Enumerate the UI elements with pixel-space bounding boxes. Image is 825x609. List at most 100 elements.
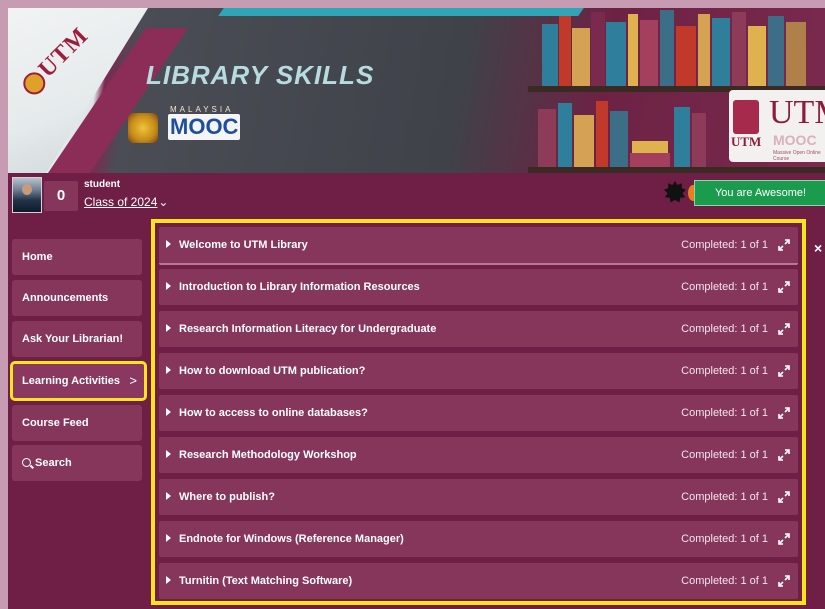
expand-icon[interactable] (778, 407, 790, 419)
sidebar-item-label: Learning Activities (22, 375, 121, 387)
sidebar-item-announcements[interactable]: Announcements (12, 280, 142, 316)
expand-icon[interactable] (778, 281, 790, 293)
course-banner: UTM LIBRARY SKILLS MALAYSIA MOOC UT UTM … (8, 8, 825, 173)
book (632, 141, 668, 153)
achievement-badge[interactable]: You are Awesome! (694, 180, 825, 206)
caret-right-icon[interactable] (166, 576, 171, 584)
sidebar-item-home[interactable]: Home (12, 239, 142, 275)
book (676, 26, 696, 86)
book (768, 16, 784, 86)
book (748, 26, 766, 86)
search-icon (22, 458, 31, 467)
malaysia-crest-icon (128, 113, 158, 143)
expand-icon[interactable] (778, 449, 790, 461)
sidebar-item-course-feed[interactable]: Course Feed (12, 405, 142, 441)
book (559, 16, 571, 86)
book (698, 14, 710, 86)
class-label: Class of 2024 (84, 195, 158, 209)
activity-row[interactable]: How to download UTM publication? Complete… (159, 353, 798, 389)
expand-icon[interactable] (778, 491, 790, 503)
caret-right-icon[interactable] (166, 240, 171, 248)
mooc-tagline: Massive Open Online Course (773, 150, 821, 162)
sidebar-nav: Home Announcements Ask Your Librarian! L… (8, 217, 151, 609)
mooc-country-label: MALAYSIA (170, 105, 234, 114)
expand-icon[interactable] (778, 533, 790, 545)
activity-title[interactable]: Where to publish? (179, 479, 275, 515)
sidebar-item-label: Course Feed (22, 417, 89, 429)
class-selector[interactable]: Class of 2024⌄ (84, 195, 168, 209)
book (606, 22, 626, 86)
caret-right-icon[interactable] (166, 408, 171, 416)
completion-status: Completed: 1 of 1 (681, 281, 768, 293)
expand-icon[interactable] (778, 575, 790, 587)
book (572, 28, 590, 86)
sidebar-item-learning-activities[interactable]: Learning Activities > (10, 361, 147, 401)
sidebar-item-label: Ask Your Librarian! (22, 333, 124, 345)
close-icon[interactable]: × (814, 240, 822, 256)
activity-row[interactable]: Turnitin (Text Matching Software) Complet… (159, 563, 798, 599)
completion-status: Completed: 1 of 1 (681, 449, 768, 461)
sidebar-item-label: Announcements (22, 292, 109, 304)
badge-seal-icon (664, 181, 686, 203)
activity-title[interactable]: Welcome to UTM Library (179, 227, 308, 263)
activity-title[interactable]: Introduction to Library Information Reso… (179, 269, 420, 305)
activity-row[interactable]: Welcome to UTM Library Completed: 1 of 1 (159, 227, 798, 265)
expand-icon[interactable] (778, 239, 790, 251)
book (596, 101, 608, 167)
sidebar-item-search[interactable]: Search (12, 445, 142, 481)
book (712, 18, 730, 86)
malaysia-mooc-logo: MALAYSIA MOOC (128, 103, 241, 153)
activity-row[interactable]: Where to publish? Completed: 1 of 1 (159, 479, 798, 515)
activity-title[interactable]: Turnitin (Text Matching Software) (179, 563, 352, 599)
activity-row[interactable]: Research Methodology Workshop Completed: … (159, 437, 798, 473)
mooc-wordmark-right: MOOC (773, 132, 817, 148)
learning-activities-list: Welcome to UTM Library Completed: 1 of 1 I… (151, 219, 806, 605)
caret-right-icon[interactable] (166, 492, 171, 500)
utm-wordmark: UTM (769, 94, 825, 131)
user-name: student (84, 179, 121, 190)
book (538, 109, 556, 167)
app-frame: UTM LIBRARY SKILLS MALAYSIA MOOC UT UTM … (8, 8, 825, 609)
book (610, 111, 628, 167)
utm-small-wordmark: UTM (731, 134, 762, 149)
activity-title[interactable]: Research Methodology Workshop (179, 437, 357, 473)
points-counter: 0 (44, 181, 78, 211)
activity-title[interactable]: Endnote for Windows (Reference Manager) (179, 521, 404, 557)
activity-row[interactable]: Endnote for Windows (Reference Manager) C… (159, 521, 798, 557)
activity-title[interactable]: Research Information Literacy for Underg… (179, 311, 436, 347)
book (786, 22, 806, 86)
caret-right-icon[interactable] (166, 282, 171, 290)
completion-status: Completed: 1 of 1 (681, 323, 768, 335)
sidebar-item-ask-librarian[interactable]: Ask Your Librarian! (12, 321, 142, 357)
utm-emblem-icon (733, 100, 759, 134)
book (630, 153, 670, 167)
book (660, 10, 674, 86)
expand-icon[interactable] (778, 323, 790, 335)
completion-status: Completed: 1 of 1 (681, 365, 768, 377)
completion-status: Completed: 1 of 1 (681, 575, 768, 587)
book (640, 20, 658, 86)
book (692, 113, 706, 167)
caret-right-icon[interactable] (166, 366, 171, 374)
utm-mooc-logo: UTM UTM MOOC Massive Open Online Course (729, 90, 825, 162)
avatar[interactable] (12, 177, 42, 213)
book (628, 14, 638, 86)
sidebar-item-label: Home (22, 251, 53, 263)
sidebar-item-label: Search (35, 457, 72, 469)
completion-status: Completed: 1 of 1 (681, 533, 768, 545)
book (674, 107, 690, 167)
chevron-right-icon: > (129, 373, 137, 388)
completion-status: Completed: 1 of 1 (681, 491, 768, 503)
expand-icon[interactable] (778, 365, 790, 377)
activity-title[interactable]: How to download UTM publication? (179, 353, 365, 389)
caret-right-icon[interactable] (166, 534, 171, 542)
activity-row[interactable]: Introduction to Library Information Reso… (159, 269, 798, 305)
book (591, 12, 605, 86)
course-title: LIBRARY SKILLS (146, 60, 375, 90)
mooc-wordmark: MOOC (168, 114, 241, 140)
activity-title[interactable]: How to access to online databases? (179, 395, 368, 431)
activity-row[interactable]: How to access to online databases? Comple… (159, 395, 798, 431)
caret-right-icon[interactable] (166, 450, 171, 458)
activity-row[interactable]: Research Information Literacy for Underg… (159, 311, 798, 347)
caret-right-icon[interactable] (166, 324, 171, 332)
